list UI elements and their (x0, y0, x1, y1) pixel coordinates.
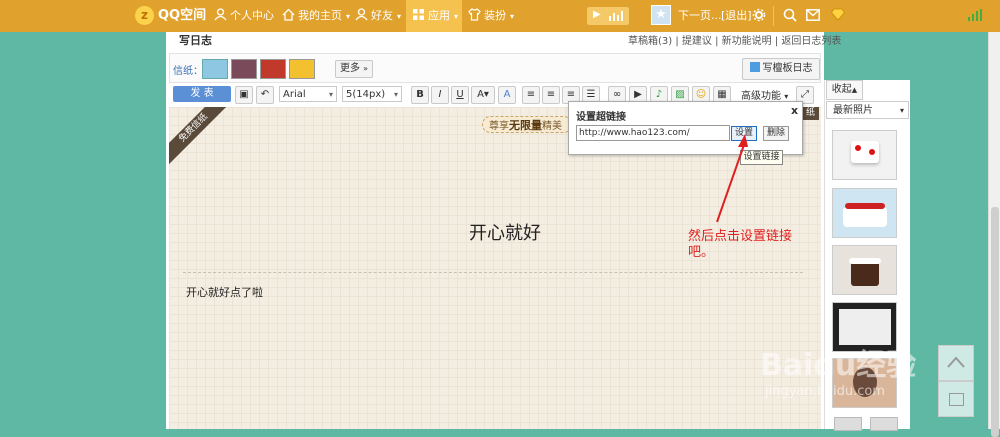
back-to-top-button[interactable] (938, 345, 974, 381)
nav-my-home[interactable]: 我的主页 ▾ (282, 0, 350, 32)
nav-friends[interactable]: 好友 ▾ (355, 0, 401, 32)
align-center-icon[interactable]: ≡ (542, 86, 560, 104)
annotation-text: 然后点击设置链接吧。 (688, 229, 793, 260)
chevron-down-icon: ▾ (784, 92, 789, 101)
hyperlink-dialog: 设置超链接 x http://www.hao123.com/ 设置 删除 (568, 101, 803, 155)
photo-thumb-3[interactable] (832, 245, 897, 295)
bold-button[interactable]: B (411, 86, 429, 104)
chevron-down-icon: ▾ (393, 90, 398, 99)
mail-icon[interactable] (806, 9, 820, 24)
photo-thumb-2[interactable] (832, 188, 897, 238)
new-feature-link[interactable]: 新功能说明 (722, 36, 772, 47)
paper-thumb-1[interactable] (202, 59, 228, 79)
shirt-icon (468, 2, 481, 21)
paper-tag[interactable]: 纸 (802, 107, 819, 120)
close-icon[interactable]: x (791, 104, 798, 117)
underline-button[interactable]: U (451, 86, 469, 104)
nav-label: 装扮 (484, 9, 506, 22)
header-links: 草稿箱(3) | 提建议 | 新功能说明 | 返回日志列表 (628, 36, 842, 47)
photo-thumb-1[interactable] (832, 130, 897, 180)
promo-banner[interactable]: 尊享无限量精美 (482, 116, 572, 133)
paper-label: 信纸： (173, 66, 203, 77)
avatar[interactable]: ★ (651, 5, 671, 25)
delete-link-button[interactable]: 删除 (763, 126, 789, 141)
paper-bar: 信纸： 更多 » 写檀板日志 (169, 53, 821, 83)
home-icon (282, 2, 295, 21)
back-to-list-link[interactable]: 返回日志列表 (781, 36, 841, 47)
baidu-watermark: Baidu经验 (760, 348, 917, 383)
chevron-up-icon: ▲ (851, 86, 858, 94)
feedback-button[interactable] (938, 381, 974, 417)
page-scrollbar[interactable] (988, 32, 1000, 437)
board-diary-button[interactable]: 写檀板日志 (742, 58, 820, 80)
chevron-down-icon: ▾ (899, 106, 904, 115)
brand-title[interactable]: QQ空间 (158, 0, 206, 32)
nav-label: 个人中心 (230, 9, 274, 22)
free-paper-ribbon: 免费信纸 (169, 107, 234, 169)
paper-thumb-2[interactable] (231, 59, 257, 79)
italic-button[interactable]: I (431, 86, 449, 104)
nav-label: 好友 (371, 9, 393, 22)
equalizer-icon (609, 11, 623, 24)
search-icon[interactable] (783, 8, 797, 25)
annotation-arrow (716, 134, 748, 223)
advanced-features-menu[interactable]: 高级功能 ▾ (741, 87, 788, 102)
font-size-select[interactable]: 5(14px) ▾ (342, 86, 402, 102)
save-icon[interactable]: ▣ (235, 86, 253, 104)
drafts-link[interactable]: 草稿箱(3) (628, 36, 672, 47)
chevron-down-icon: ▾ (328, 90, 333, 99)
text-effect-button[interactable]: A (498, 86, 516, 104)
top-nav-bar: z QQ空间 个人中心 我的主页 ▾ 好友 ▾ 应用 ▾ 装扮 ▾ ▶ ★ 下一页...… (0, 0, 1000, 32)
chevron-up-icon (947, 356, 965, 368)
chevron-down-icon: ▾ (346, 12, 351, 21)
qzone-logo-icon[interactable]: z (135, 6, 154, 25)
comment-icon (949, 393, 964, 406)
music-player[interactable]: ▶ (587, 7, 629, 25)
more-papers-button[interactable]: 更多 » (335, 60, 373, 78)
diary-body[interactable]: 开心就好点了啦 (186, 284, 263, 300)
dialog-title: 设置超链接 (576, 112, 626, 123)
user-icon (214, 2, 227, 21)
vip-diamond-icon[interactable] (830, 8, 846, 24)
logout-link[interactable]: [退出] (721, 0, 752, 32)
publish-button[interactable]: 发 表 (173, 86, 231, 102)
undo-icon[interactable]: ↶ (256, 86, 274, 104)
font-color-button[interactable]: A▾ (471, 86, 495, 104)
page-title: 写日志 (179, 34, 212, 47)
double-chevron-down-icon: » (363, 64, 369, 73)
play-icon[interactable]: ▶ (593, 9, 601, 20)
collapse-tab[interactable]: 收起▲ (826, 80, 863, 100)
apps-grid-icon (412, 2, 425, 20)
nav-decorate[interactable]: 装扮 ▾ (468, 0, 514, 32)
chevron-down-icon: ▾ (397, 12, 402, 21)
feedback-link[interactable]: 提建议 (682, 36, 712, 47)
scrollbar-thumb[interactable] (991, 207, 999, 437)
title-divider (183, 272, 803, 273)
board-icon (749, 62, 760, 72)
gear-icon[interactable] (752, 8, 766, 25)
align-left-icon[interactable]: ≡ (522, 86, 540, 104)
friends-icon (355, 2, 368, 21)
paper-thumb-3[interactable] (260, 59, 286, 79)
nav-label: 我的主页 (298, 9, 342, 22)
chevron-down-icon: ▾ (454, 12, 459, 21)
signal-icon (968, 9, 982, 24)
nav-label: 应用 (428, 9, 450, 22)
next-page-link[interactable]: 下一页... (678, 0, 722, 32)
nav-apps[interactable]: 应用 ▾ (406, 0, 462, 32)
chevron-down-icon: ▾ (510, 12, 515, 21)
paper-thumb-4[interactable] (289, 59, 315, 79)
nav-personal-center[interactable]: 个人中心 (214, 0, 274, 32)
font-family-select[interactable]: Arial ▾ (279, 86, 337, 102)
baidu-watermark-url: jingyan.baidu.com (765, 384, 885, 399)
photo-source-select[interactable]: 最新照片 ▾ (826, 101, 909, 119)
